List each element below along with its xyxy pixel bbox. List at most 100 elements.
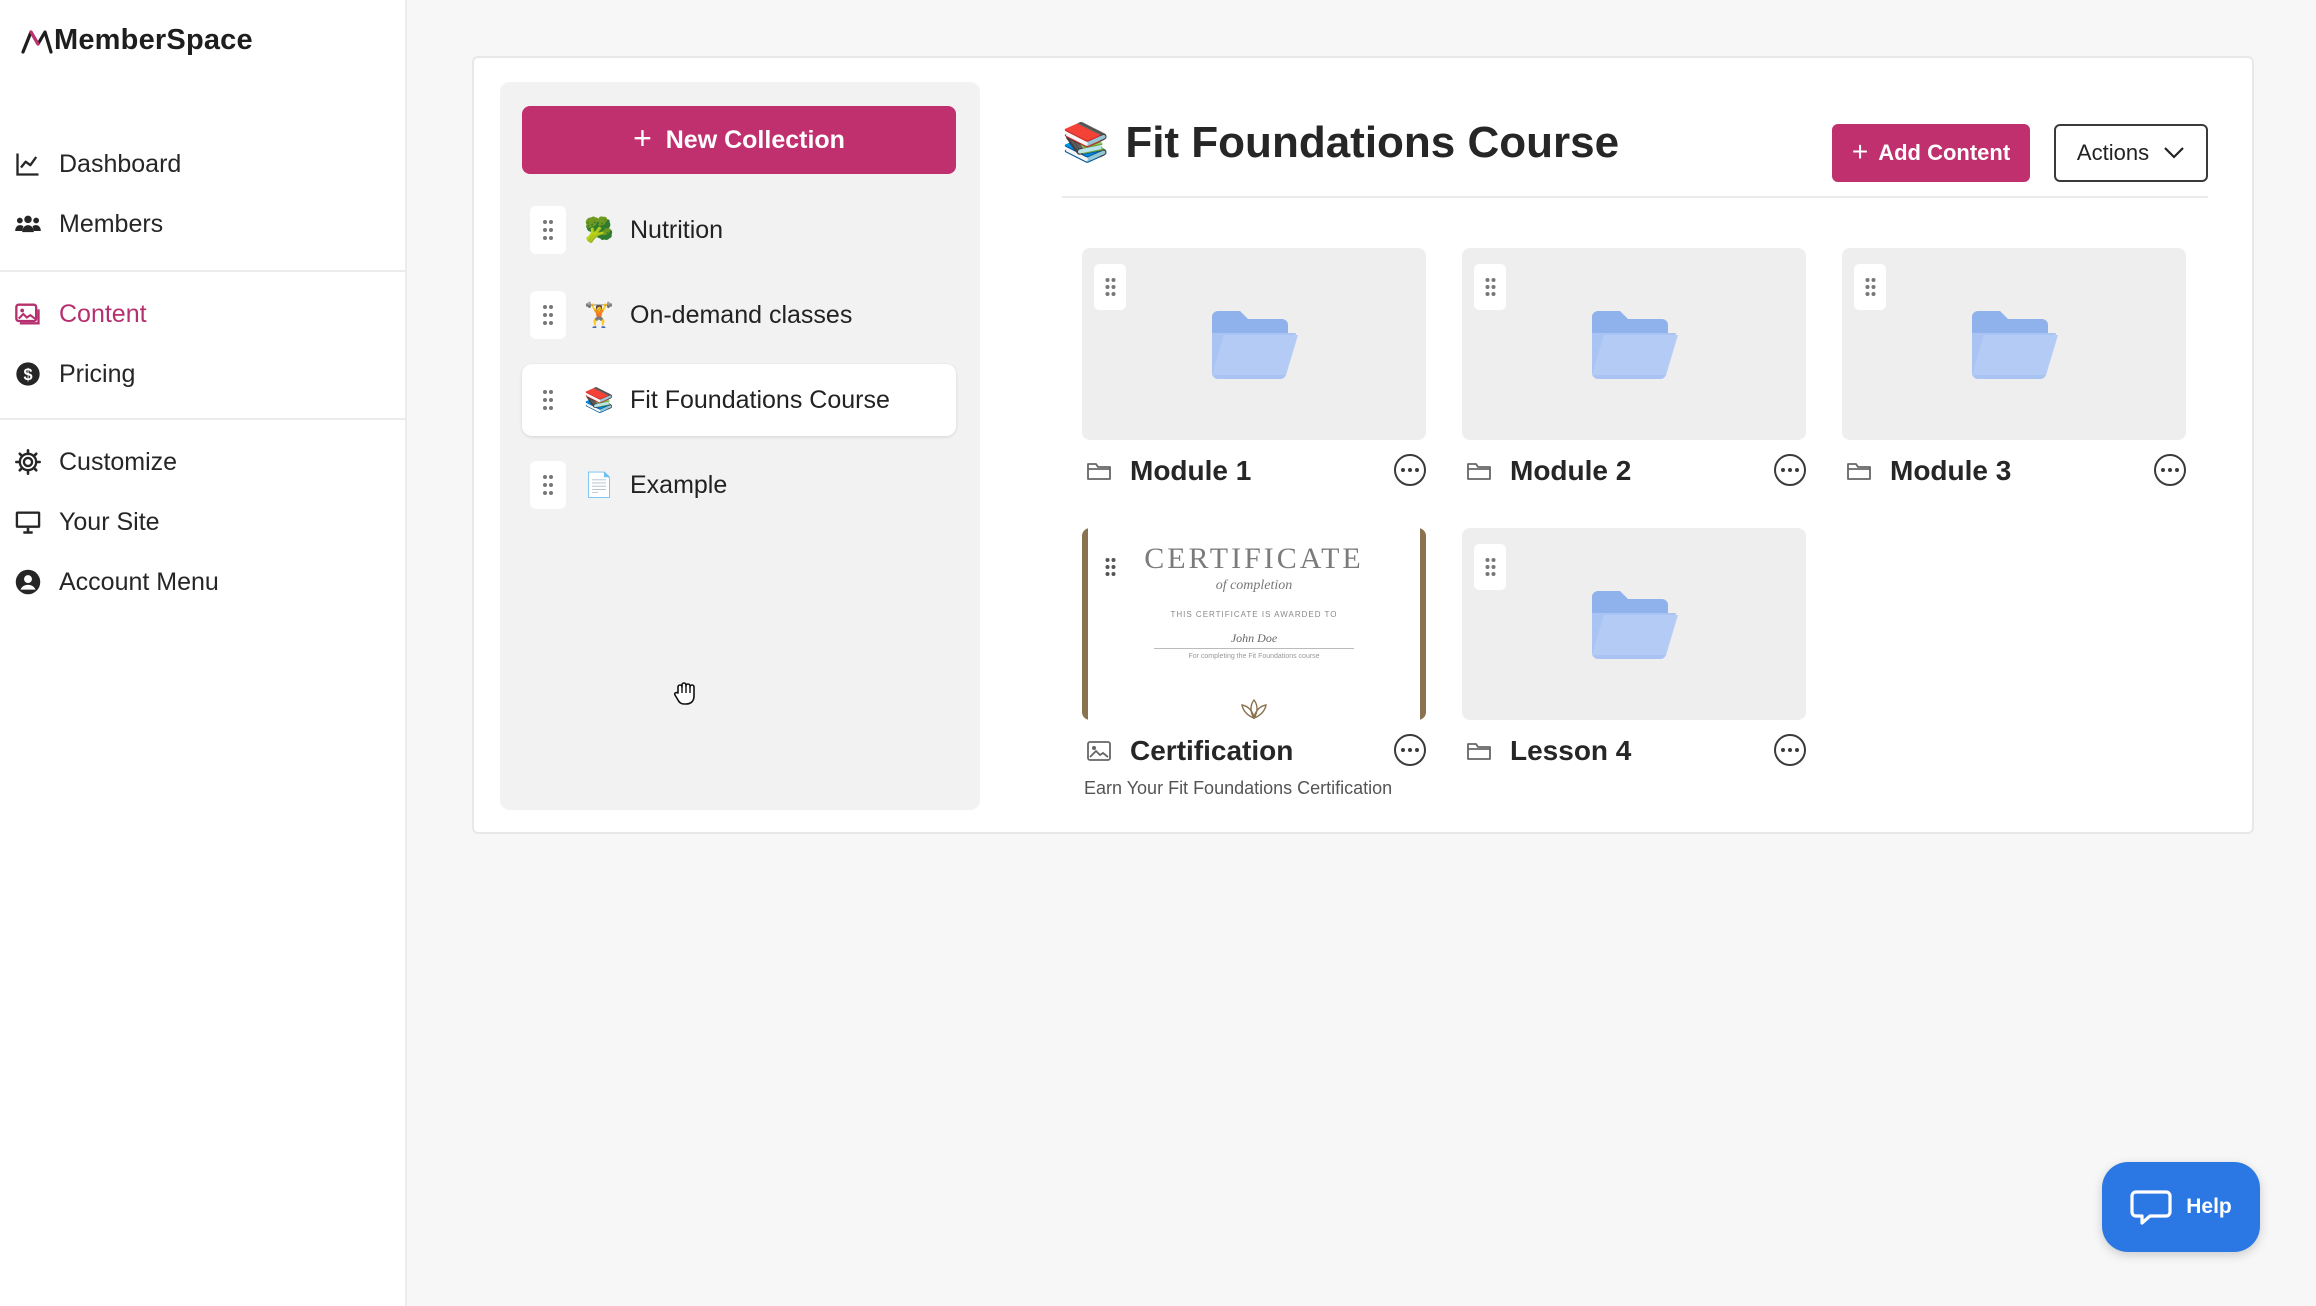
actions-label: Actions	[2076, 140, 2150, 165]
nav-group-settings: Customize Your Site Account Menu	[0, 432, 405, 612]
sidebar-item-label: Dashboard	[59, 149, 182, 178]
sidebar-item-account-menu[interactable]: Account Menu	[0, 552, 405, 612]
help-label: Help	[2186, 1195, 2232, 1218]
collections-panel: + New Collection 🥦 Nutrition 🏋 On-demand…	[500, 82, 980, 810]
sidebar-item-customize[interactable]: Customize	[0, 432, 405, 492]
tile-thumbnail[interactable]	[1082, 248, 1426, 440]
sidebar-item-label: Content	[59, 299, 147, 328]
collection-item-example[interactable]: 📄 Example	[522, 449, 956, 521]
sidebar-item-your-site[interactable]: Your Site	[0, 492, 405, 552]
drag-handle-icon[interactable]	[1474, 264, 1506, 310]
content-card: + New Collection 🥦 Nutrition 🏋 On-demand…	[472, 56, 2254, 834]
collection-label: Example	[630, 470, 728, 499]
user-circle-icon	[14, 568, 42, 596]
plus-icon: +	[1851, 135, 1869, 167]
help-button[interactable]: Help	[2102, 1162, 2260, 1252]
content-tile-lesson-4[interactable]: Lesson 4	[1462, 528, 1806, 782]
weightlifter-icon: 🏋	[584, 301, 614, 329]
sidebar-item-content[interactable]: Content	[0, 284, 405, 344]
image-icon	[1087, 741, 1111, 761]
folder-icon	[1467, 463, 1491, 480]
content-tile-module-2[interactable]: Module 2	[1462, 248, 1806, 502]
plus-icon: +	[633, 120, 652, 156]
sidebar-item-pricing[interactable]: $ Pricing	[0, 344, 405, 404]
more-options-icon[interactable]	[1774, 734, 1806, 766]
gear-icon	[14, 448, 42, 476]
content-header: 📚 Fit Foundations Course + Add Content A…	[1062, 106, 2208, 198]
tile-title: Module 1	[1130, 455, 1252, 486]
drag-handle-icon[interactable]	[1094, 544, 1126, 590]
chevron-down-icon	[2164, 147, 2184, 159]
tile-meta: Certification	[1082, 720, 1426, 782]
users-icon	[14, 210, 42, 238]
chat-bubble-icon	[2130, 1190, 2172, 1225]
content-tile-module-1[interactable]: Module 1	[1082, 248, 1426, 502]
folder-open-icon	[1972, 311, 2058, 380]
more-options-icon[interactable]	[1774, 454, 1806, 486]
certificate-line	[1154, 648, 1354, 649]
nav-divider	[0, 270, 405, 272]
tile-thumbnail[interactable]	[1462, 528, 1806, 720]
folder-icon	[1467, 743, 1491, 760]
tile-meta: Module 2	[1462, 440, 1806, 502]
tile-title: Module 3	[1890, 455, 2012, 486]
drag-handle-icon[interactable]	[1474, 544, 1506, 590]
sidebar-item-label: Your Site	[59, 507, 160, 536]
drag-handle-icon[interactable]	[1094, 264, 1126, 310]
new-collection-label: New Collection	[665, 125, 845, 154]
page-title: 📚 Fit Foundations Course	[1062, 118, 1619, 168]
memberspace-logo-icon	[21, 29, 53, 54]
folder-icon	[1087, 463, 1111, 480]
sidebar-item-members[interactable]: Members	[0, 194, 405, 254]
content-tile-certification[interactable]: CERTIFICATE of completion THIS CERTIFICA…	[1082, 528, 1426, 799]
more-options-icon[interactable]	[1394, 454, 1426, 486]
tile-thumbnail[interactable]	[1462, 248, 1806, 440]
collection-label: Nutrition	[630, 215, 724, 244]
add-content-label: Add Content	[1878, 140, 2011, 165]
tile-meta: Lesson 4	[1462, 720, 1806, 782]
actions-dropdown[interactable]: Actions	[2054, 124, 2208, 182]
tile-thumbnail[interactable]: CERTIFICATE of completion THIS CERTIFICA…	[1082, 528, 1426, 720]
collection-label: On-demand classes	[630, 300, 853, 329]
new-collection-button[interactable]: + New Collection	[522, 106, 956, 174]
drag-handle-icon[interactable]	[530, 206, 566, 254]
nav-group-content: Content $ Pricing	[0, 284, 405, 404]
content-tile-module-3[interactable]: Module 3	[1842, 248, 2186, 502]
sidebar-item-label: Customize	[59, 447, 178, 476]
document-icon: 📄	[584, 471, 614, 499]
drag-handle-icon[interactable]	[530, 291, 566, 339]
collection-item-nutrition[interactable]: 🥦 Nutrition	[522, 194, 956, 266]
add-content-button[interactable]: + Add Content	[1832, 124, 2030, 182]
tile-meta: Module 3	[1842, 440, 2186, 502]
brand-logo[interactable]: MemberSpace	[20, 24, 253, 57]
brand-name: MemberSpace	[54, 24, 253, 56]
tile-title: Lesson 4	[1510, 735, 1632, 766]
page-title-text: Fit Foundations Course	[1125, 118, 1620, 167]
sidebar-item-label: Pricing	[59, 359, 136, 388]
sidebar-item-dashboard[interactable]: Dashboard	[0, 134, 405, 194]
certificate-name: John Doe	[1230, 631, 1278, 645]
collection-label: Fit Foundations Course	[630, 385, 890, 414]
tile-meta: Module 1	[1082, 440, 1426, 502]
more-options-icon[interactable]	[2154, 454, 2186, 486]
tile-thumbnail[interactable]	[1842, 248, 2186, 440]
collection-item-on-demand-classes[interactable]: 🏋 On-demand classes	[522, 279, 956, 351]
lotus-icon	[1241, 698, 1267, 720]
svg-text:$: $	[23, 366, 32, 384]
collection-item-fit-foundations-course[interactable]: 📚 Fit Foundations Course	[522, 364, 956, 436]
line-chart-icon	[14, 150, 42, 178]
broccoli-icon: 🥦	[584, 216, 614, 244]
tile-title: Certification	[1130, 735, 1294, 766]
certificate-image: CERTIFICATE of completion THIS CERTIFICA…	[1082, 528, 1426, 720]
folder-open-icon	[1592, 311, 1678, 380]
drag-handle-icon[interactable]	[530, 461, 566, 509]
drag-handle-icon[interactable]	[1854, 264, 1886, 310]
dollar-circle-icon: $	[14, 360, 42, 388]
drag-handle-icon[interactable]	[530, 376, 566, 424]
books-icon: 📚	[584, 386, 614, 414]
certificate-subheading: of completion	[1215, 578, 1293, 593]
sidebar-item-label: Members	[59, 209, 164, 238]
more-options-icon[interactable]	[1394, 734, 1426, 766]
nav-divider	[0, 418, 405, 420]
certificate-awarded-text: THIS CERTIFICATE IS AWARDED TO	[1170, 610, 1338, 619]
